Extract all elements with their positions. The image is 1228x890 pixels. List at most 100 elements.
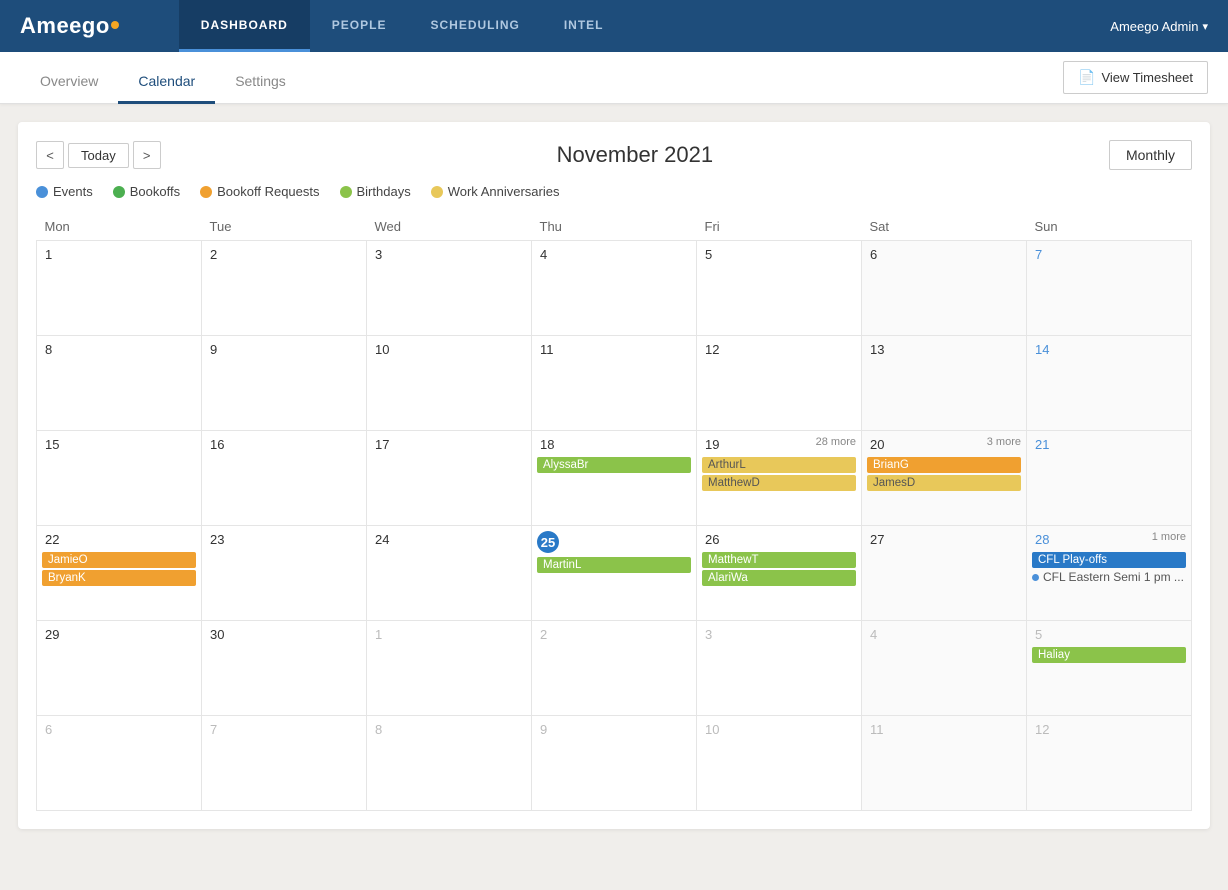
day-number: 10 — [372, 341, 392, 358]
event-bar[interactable]: BryanK — [42, 570, 196, 586]
day-cell-1-4[interactable]: 12 — [697, 336, 862, 431]
day-cell-0-4[interactable]: 5 — [697, 241, 862, 336]
day-number: 8 — [42, 341, 55, 358]
day-cell-1-6[interactable]: 14 — [1027, 336, 1192, 431]
day-cell-0-0[interactable]: 1 — [37, 241, 202, 336]
day-number: 8 — [372, 721, 385, 738]
day-cell-4-1[interactable]: 30 — [202, 621, 367, 716]
day-cell-2-6[interactable]: 21 — [1027, 431, 1192, 526]
nav-people[interactable]: PEOPLE — [310, 0, 409, 52]
day-cell-3-0[interactable]: 22JamieOBryanK — [37, 526, 202, 621]
day-cell-3-1[interactable]: 23 — [202, 526, 367, 621]
day-cell-0-1[interactable]: 2 — [202, 241, 367, 336]
event-inline[interactable]: CFL Eastern Semi 1 pm ... — [1032, 570, 1186, 584]
day-cell-5-3[interactable]: 9 — [532, 716, 697, 811]
bookoffs-dot — [113, 186, 125, 198]
legend-birthdays: Birthdays — [340, 184, 411, 199]
event-bar[interactable]: BrianG — [867, 457, 1021, 473]
day-cell-1-5[interactable]: 13 — [862, 336, 1027, 431]
nav-links: DASHBOARD PEOPLE SCHEDULING INTEL — [179, 0, 1111, 52]
day-header-sun: Sun — [1027, 213, 1192, 241]
day-cell-4-3[interactable]: 2 — [532, 621, 697, 716]
day-cell-4-4[interactable]: 3 — [697, 621, 862, 716]
day-number: 7 — [1032, 246, 1045, 263]
day-cell-4-0[interactable]: 29 — [37, 621, 202, 716]
day-cell-1-2[interactable]: 10 — [367, 336, 532, 431]
day-cell-2-0[interactable]: 15 — [37, 431, 202, 526]
logo: Ameego — [20, 13, 119, 39]
day-cell-2-4[interactable]: 1928 moreArthurLMatthewD — [697, 431, 862, 526]
day-cell-3-3[interactable]: 25MartinL — [532, 526, 697, 621]
day-cell-3-4[interactable]: 26MatthewTAlariWa — [697, 526, 862, 621]
event-bar[interactable]: MatthewD — [702, 475, 856, 491]
day-number: 9 — [537, 721, 550, 738]
day-cell-3-2[interactable]: 24 — [367, 526, 532, 621]
tab-settings[interactable]: Settings — [215, 73, 306, 104]
day-cell-3-5[interactable]: 27 — [862, 526, 1027, 621]
event-bar[interactable]: MatthewT — [702, 552, 856, 568]
day-cell-4-5[interactable]: 4 — [862, 621, 1027, 716]
day-cell-2-5[interactable]: 203 moreBrianGJamesD — [862, 431, 1027, 526]
day-cell-5-2[interactable]: 8 — [367, 716, 532, 811]
day-number: 1 — [372, 626, 385, 643]
view-timesheet-button[interactable]: 📄 View Timesheet — [1063, 61, 1208, 94]
day-number: 10 — [702, 721, 722, 738]
day-number: 14 — [1032, 341, 1052, 358]
legend-events: Events — [36, 184, 93, 199]
day-number: 15 — [42, 436, 62, 453]
event-dot — [1032, 574, 1039, 581]
day-cell-1-3[interactable]: 11 — [532, 336, 697, 431]
day-number: 12 — [702, 341, 722, 358]
day-cell-2-2[interactable]: 17 — [367, 431, 532, 526]
tab-calendar[interactable]: Calendar — [118, 73, 215, 104]
more-events-link[interactable]: 28 more — [816, 436, 856, 448]
day-number: 6 — [867, 246, 880, 263]
event-bar[interactable]: CFL Play-offs — [1032, 552, 1186, 568]
more-events-link[interactable]: 3 more — [987, 436, 1021, 448]
more-events-link[interactable]: 1 more — [1152, 531, 1186, 543]
nav-intel[interactable]: INTEL — [542, 0, 626, 52]
day-cell-5-4[interactable]: 10 — [697, 716, 862, 811]
day-cell-2-1[interactable]: 16 — [202, 431, 367, 526]
tab-overview[interactable]: Overview — [20, 73, 118, 104]
day-number: 24 — [372, 531, 392, 548]
day-cell-4-6[interactable]: 5 Haliay — [1027, 621, 1192, 716]
day-number: 6 — [42, 721, 55, 738]
day-cell-5-1[interactable]: 7 — [202, 716, 367, 811]
nav-scheduling[interactable]: SCHEDULING — [408, 0, 541, 52]
event-bar[interactable]: Haliay — [1032, 647, 1186, 663]
day-cell-0-5[interactable]: 6 — [862, 241, 1027, 336]
day-cell-4-2[interactable]: 1 — [367, 621, 532, 716]
nav-dashboard[interactable]: DASHBOARD — [179, 0, 310, 52]
event-bar[interactable]: MartinL — [537, 557, 691, 573]
day-cell-0-3[interactable]: 4 — [532, 241, 697, 336]
day-cell-5-0[interactable]: 6 — [37, 716, 202, 811]
day-number: 27 — [867, 531, 887, 548]
day-cell-3-6[interactable]: 281 moreCFL Play-offs CFL Eastern Semi 1… — [1027, 526, 1192, 621]
next-month-button[interactable]: > — [133, 141, 161, 169]
monthly-view-button[interactable]: Monthly — [1109, 140, 1192, 170]
event-bar[interactable]: ArthurL — [702, 457, 856, 473]
day-number: 7 — [207, 721, 220, 738]
event-bar[interactable]: AlyssaBr — [537, 457, 691, 473]
event-bar[interactable]: JamieO — [42, 552, 196, 568]
event-bar[interactable]: AlariWa — [702, 570, 856, 586]
prev-month-button[interactable]: < — [36, 141, 64, 169]
legend-bookoffs: Bookoffs — [113, 184, 180, 199]
timesheet-icon: 📄 — [1078, 69, 1095, 86]
day-cell-5-6[interactable]: 12 — [1027, 716, 1192, 811]
calendar-header: < Today > November 2021 Monthly — [36, 140, 1192, 170]
user-menu[interactable]: Ameego Admin — [1110, 19, 1208, 34]
today-button[interactable]: Today — [68, 143, 129, 168]
day-cell-1-1[interactable]: 9 — [202, 336, 367, 431]
day-cell-1-0[interactable]: 8 — [37, 336, 202, 431]
event-bar[interactable]: JamesD — [867, 475, 1021, 491]
logo-dot — [111, 21, 119, 29]
day-cell-0-2[interactable]: 3 — [367, 241, 532, 336]
day-cell-5-5[interactable]: 11 — [862, 716, 1027, 811]
day-number: 5 — [1032, 626, 1045, 643]
calendar-grid: MonTueWedThuFriSatSun1234567891011121314… — [36, 213, 1192, 811]
day-cell-2-3[interactable]: 18AlyssaBr — [532, 431, 697, 526]
sub-nav-tabs: Overview Calendar Settings — [20, 52, 1063, 103]
day-cell-0-6[interactable]: 7 — [1027, 241, 1192, 336]
